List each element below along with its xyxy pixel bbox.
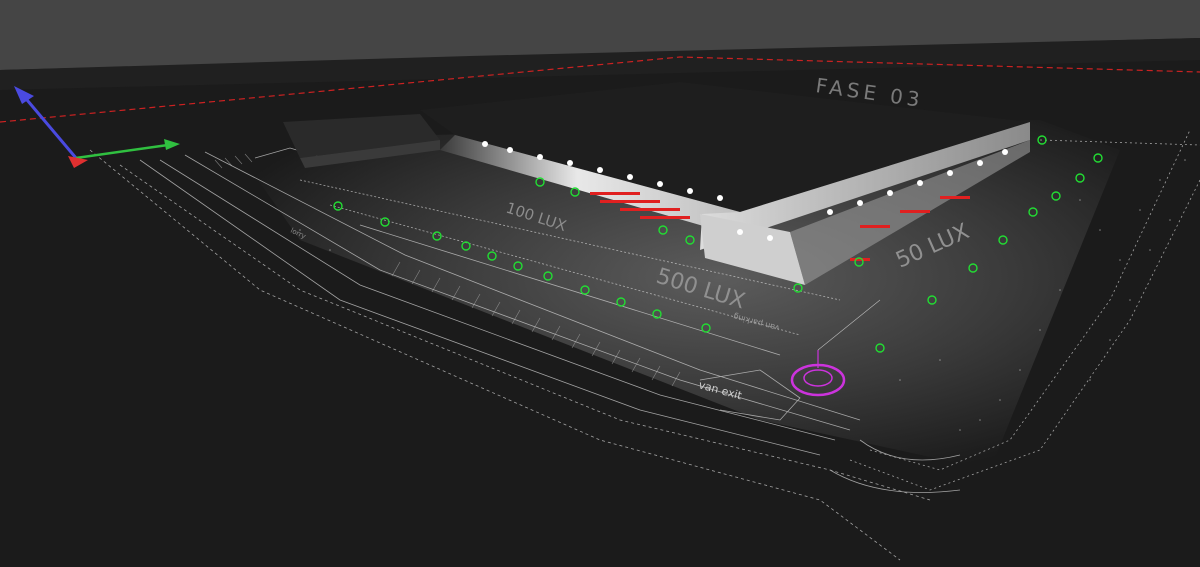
scene-canvas[interactable]: FASE 03 100 LUX 500 LUX 50 LUX van exit … (0, 0, 1200, 567)
3d-viewport[interactable]: FASE 03 100 LUX 500 LUX 50 LUX van exit … (0, 0, 1200, 567)
